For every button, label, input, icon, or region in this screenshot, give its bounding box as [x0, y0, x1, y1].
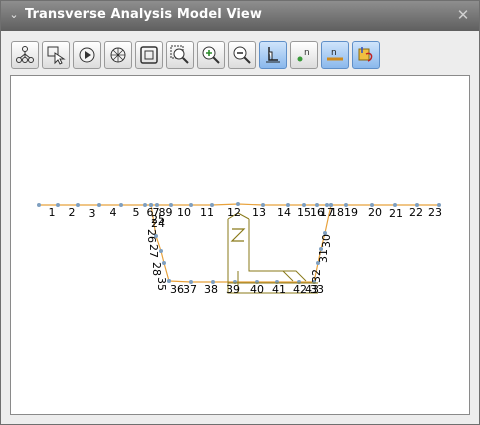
node-label: 13: [252, 206, 266, 219]
zoom-window-icon: [170, 45, 189, 64]
model-node: [97, 203, 101, 207]
section-outline: [227, 212, 318, 294]
fit-view-button[interactable]: [135, 41, 163, 69]
load-display-button[interactable]: [352, 41, 380, 69]
node-label: 11: [200, 206, 214, 219]
node-label: 4: [110, 206, 117, 219]
section-glyph-z: [230, 228, 246, 242]
node-label: 31: [317, 249, 330, 263]
node-label: 9: [166, 206, 173, 219]
title-bar: ⌄ Transverse Analysis Model View ✕: [1, 1, 479, 31]
node-label: 26: [145, 229, 158, 243]
svg-text:n: n: [304, 48, 310, 58]
model-node: [119, 203, 123, 207]
node-label: 30: [320, 234, 333, 248]
node-label: 40: [250, 283, 264, 296]
element-number-button[interactable]: n: [321, 41, 349, 69]
load-display-icon: [358, 47, 373, 62]
node-label: 28: [150, 262, 163, 276]
node-number-button[interactable]: n: [290, 41, 318, 69]
svg-text:n: n: [331, 48, 337, 58]
model-node: [56, 203, 60, 207]
node-label: 27: [147, 244, 160, 258]
node-label: 14: [277, 206, 291, 219]
zoom-window-button[interactable]: [166, 41, 194, 69]
node-number-icon: n: [297, 48, 310, 62]
node-label: 32: [310, 269, 323, 283]
node-tree-button[interactable]: [11, 41, 39, 69]
node-tree-icon: [16, 46, 34, 63]
boundary-icon: [266, 47, 280, 63]
fit-view-icon: [140, 46, 158, 64]
node-label: 19: [344, 206, 358, 219]
node-label: 21: [389, 207, 403, 220]
node-label: 35: [155, 277, 168, 291]
model-canvas[interactable]: 1 2 3 4 5 6 7 8 9 10 11 12 13 14 15 16 17 18 19 20 21 22 23 24 2…: [10, 75, 470, 415]
play-button[interactable]: [73, 41, 101, 69]
section-drawing[interactable]: 1 2 3 4 5 6 7 8 9 10 11 12 13 14 15 161718 19 20 21 22 23242…: [11, 76, 469, 414]
node-label: 5: [133, 206, 140, 219]
model-view-window: ⌄ Transverse Analysis Model View ✕ n n 1…: [0, 0, 480, 425]
node-label: 38: [204, 283, 218, 296]
close-icon[interactable]: ✕: [455, 7, 471, 23]
collapse-icon[interactable]: ⌄: [8, 9, 20, 21]
node-label: 22: [409, 206, 423, 219]
play-icon: [79, 47, 95, 63]
select-element-icon: [47, 46, 66, 65]
node-label: 23: [428, 206, 442, 219]
rotate-icon: [110, 47, 126, 63]
zoom-out-icon: [233, 46, 251, 64]
node-label: 10: [177, 206, 191, 219]
node-label: 3: [89, 207, 96, 220]
node-label: 37: [183, 283, 197, 296]
zoom-out-button[interactable]: [228, 41, 256, 69]
model-node: [76, 203, 80, 207]
node-label: 2: [69, 206, 76, 219]
node-label: 18: [330, 206, 344, 219]
node-label: 39: [226, 283, 240, 296]
select-element-button[interactable]: [42, 41, 70, 69]
node-label: 1: [49, 206, 56, 219]
element-number-icon: n: [327, 48, 343, 61]
rotate-button[interactable]: [104, 41, 132, 69]
node-label: 36: [170, 283, 184, 296]
model-node: [37, 203, 41, 207]
node-label: 33: [310, 283, 324, 296]
toolbar: n n: [1, 31, 479, 73]
zoom-in-button[interactable]: [197, 41, 225, 69]
node-label: 12: [227, 206, 241, 219]
node-label: 20: [368, 206, 382, 219]
zoom-in-icon: [202, 46, 220, 64]
boundary-button[interactable]: [259, 41, 287, 69]
node-label: 25: [151, 213, 165, 226]
node-label: 15: [297, 206, 311, 219]
node-label: 41: [272, 283, 286, 296]
window-title: Transverse Analysis Model View: [25, 7, 262, 22]
